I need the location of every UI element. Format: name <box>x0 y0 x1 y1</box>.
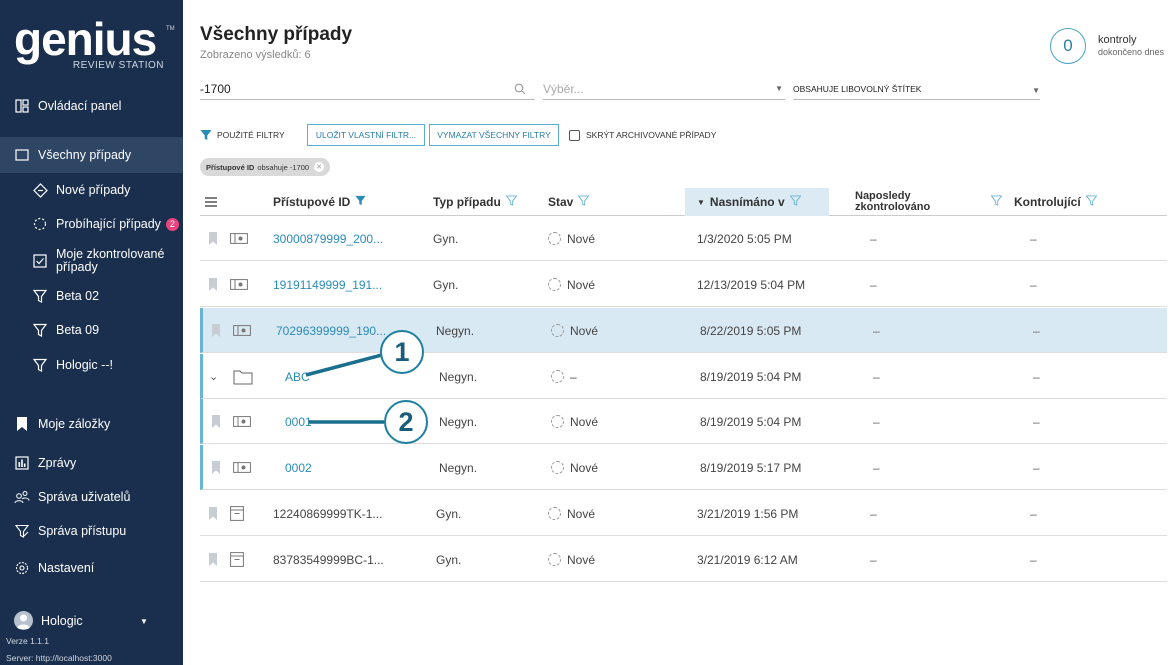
folder-icon <box>14 147 30 163</box>
dashboard-icon <box>14 98 30 114</box>
sidebar-item-hologic[interactable]: Hologic --! <box>0 353 183 377</box>
sidebar-item-label: Nové případy <box>56 183 131 197</box>
genius-logo: genius TM REVIEW STATION <box>14 13 175 76</box>
sidebar-item-bookmarks[interactable]: Moje záložky <box>0 412 183 436</box>
sidebar-item-access-management[interactable]: Správa přístupu <box>0 519 183 543</box>
sidebar-item-label: Ovládací panel <box>38 99 122 113</box>
sidebar-item-label: Moje zkontrolované případy <box>56 248 164 274</box>
sidebar-item-label: Hologic --! <box>56 358 113 372</box>
sidebar-item-beta-09[interactable]: Beta 09 <box>0 318 183 342</box>
logo-subtitle: REVIEW STATION <box>72 60 164 71</box>
in-progress-icon <box>32 216 48 232</box>
count-badge: 2 <box>165 217 179 231</box>
users-icon <box>14 489 30 505</box>
user-name: Hologic <box>41 613 83 628</box>
reports-icon <box>14 455 30 471</box>
sidebar-item-label: Beta 02 <box>56 289 100 303</box>
main-content: Všechny případy Zobrazeno výsledků: 6 0 … <box>183 0 1171 665</box>
sidebar-item-reports[interactable]: Zprávy <box>0 451 183 475</box>
callout-line-1 <box>305 353 383 377</box>
sidebar-item-dashboard[interactable]: Ovládací panel <box>0 92 183 120</box>
checked-box-icon <box>32 253 48 269</box>
sidebar: genius TM REVIEW STATION Ovládací panel … <box>0 0 183 665</box>
sidebar-item-new-cases[interactable]: Nové případy <box>0 178 183 202</box>
new-case-icon <box>32 182 48 198</box>
sidebar-item-label: Moje záložky <box>38 417 111 431</box>
chevron-down-icon[interactable]: ▼ <box>140 617 148 626</box>
sidebar-item-label: Zprávy <box>38 456 77 470</box>
callout-2: 2 <box>384 400 428 444</box>
sidebar-item-label: Beta 09 <box>56 323 100 337</box>
sidebar-item-all-cases[interactable]: Všechny případy <box>0 137 183 173</box>
sidebar-item-my-reviewed[interactable]: Moje zkontrolované případy <box>0 246 183 276</box>
sidebar-item-label: Probíhající případy <box>56 217 161 231</box>
filter-icon <box>32 288 48 304</box>
sidebar-item-label: Nastavení <box>38 561 95 575</box>
gear-icon <box>14 560 30 576</box>
avatar <box>14 611 33 630</box>
sidebar-item-label: Správa uživatelů <box>38 490 131 504</box>
logo-wordmark: genius <box>14 13 157 65</box>
logo-tm: TM <box>166 26 175 32</box>
sidebar-item-settings[interactable]: Nastavení <box>0 556 183 580</box>
callout-1: 1 <box>380 330 424 374</box>
sidebar-item-label: Všechny případy <box>38 148 132 162</box>
filter-icon <box>32 357 48 373</box>
label-line-1: Moje zkontrolované <box>56 247 165 261</box>
sidebar-item-user-management[interactable]: Správa uživatelů <box>0 485 183 509</box>
access-icon <box>14 523 30 539</box>
user-menu[interactable]: Hologic <box>14 611 83 630</box>
filter-icon <box>32 322 48 338</box>
sidebar-item-label: Správa přístupu <box>38 524 127 538</box>
bookmark-icon <box>14 416 30 432</box>
server-label: Server: http://localhost:3000 <box>6 653 112 663</box>
sidebar-item-beta-02[interactable]: Beta 02 <box>0 284 183 308</box>
sidebar-item-in-progress[interactable]: Probíhající případy 2 <box>0 212 183 236</box>
label-line-2: případy <box>56 260 98 274</box>
version-label: Verze 1.1.1 <box>6 636 50 646</box>
callout-lines <box>305 353 384 424</box>
